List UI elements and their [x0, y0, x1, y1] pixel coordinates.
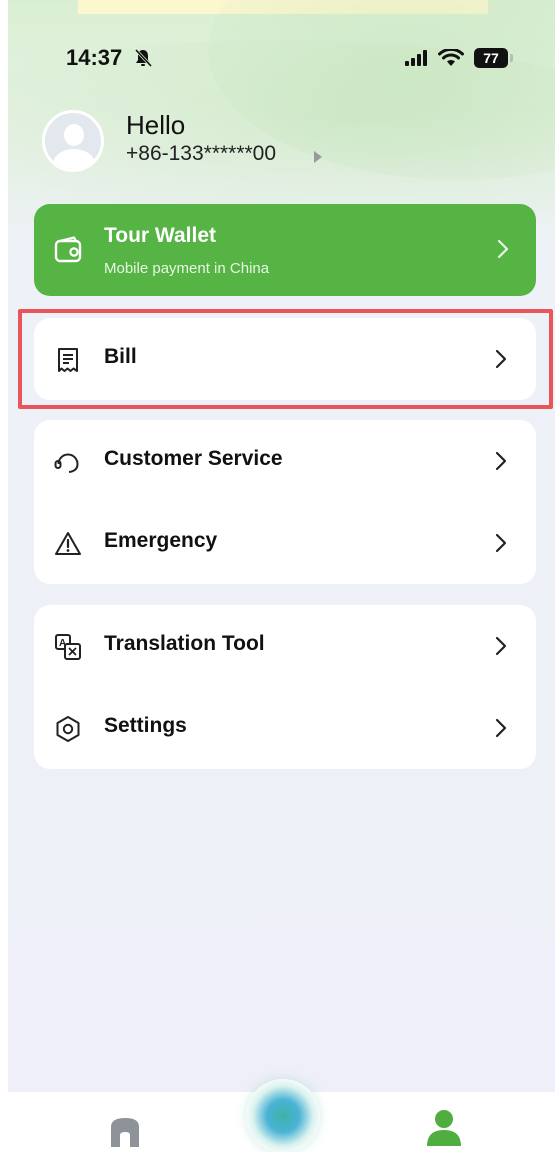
- play-arrow-icon: [314, 151, 322, 163]
- status-time: 14:37: [66, 45, 123, 70]
- wallet-icon: [54, 236, 82, 263]
- status-bar: 14:37 77: [8, 0, 555, 100]
- greeting-text: Hello: [126, 110, 186, 140]
- headset-icon: [54, 453, 79, 473]
- phone-number: +86-133******00: [126, 142, 277, 165]
- app-screen: 14:37 77 Hello +86-133******00 Tour Wall…: [8, 0, 555, 1092]
- avatar-head: [64, 124, 84, 146]
- tour-wallet-card[interactable]: Tour Wallet Mobile payment in China: [34, 204, 536, 296]
- wallet-subtitle: Mobile payment in China: [104, 260, 270, 277]
- battery-tip: [510, 54, 513, 62]
- menu-label: Settings: [104, 714, 187, 737]
- warning-triangle-icon: [55, 532, 81, 555]
- menu-item-customer-service[interactable]: Customer Service: [34, 420, 536, 502]
- chevron-right-icon: [495, 451, 507, 471]
- translate-icon: A: [55, 634, 81, 660]
- profile-icon[interactable]: [424, 1108, 464, 1146]
- menu-item-settings[interactable]: Settings: [34, 687, 536, 769]
- wallet-title: Tour Wallet: [104, 224, 216, 247]
- menu-label: Customer Service: [104, 447, 283, 470]
- avatar[interactable]: [42, 110, 104, 172]
- chevron-right-icon: [495, 533, 507, 553]
- home-icon[interactable]: [108, 1115, 142, 1147]
- wifi-icon: [438, 49, 464, 66]
- settings-hexagon-icon: [56, 716, 80, 742]
- menu-item-translation-tool[interactable]: A Translation Tool: [34, 605, 536, 687]
- tools-card: A Translation Tool Settings: [34, 605, 536, 769]
- menu-label: Emergency: [104, 529, 218, 552]
- avatar-body: [53, 149, 95, 169]
- battery-level: 77: [483, 50, 499, 66]
- cellular-signal-icon: [405, 50, 427, 66]
- bell-off-icon: [134, 48, 153, 68]
- chevron-right-icon: [495, 718, 507, 738]
- menu-item-emergency[interactable]: Emergency: [34, 502, 536, 584]
- menu-label: Translation Tool: [104, 632, 265, 655]
- highlight-box: [18, 309, 553, 409]
- chevron-right-icon: [495, 636, 507, 656]
- profile-header[interactable]: Hello +86-133******00: [42, 106, 442, 176]
- assistant-orb-icon[interactable]: [246, 1079, 320, 1152]
- support-card: Customer Service Emergency: [34, 420, 536, 584]
- battery-indicator: 77: [474, 48, 508, 68]
- chevron-right-icon: [497, 239, 509, 259]
